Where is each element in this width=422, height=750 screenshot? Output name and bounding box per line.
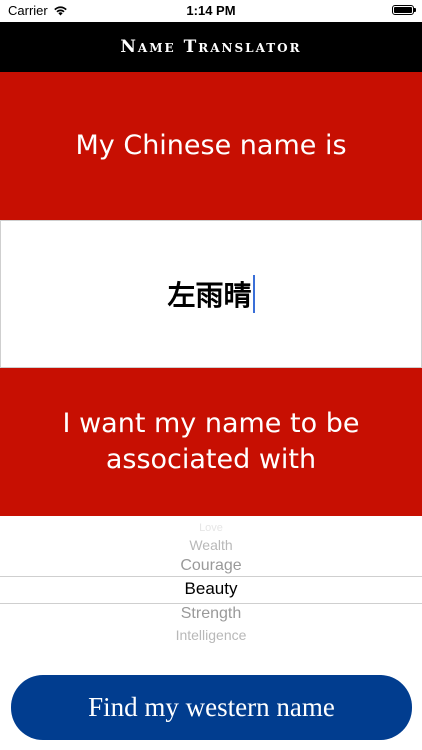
association-prompt-label: I want my name to be associated with <box>62 408 360 475</box>
app-screen: Carrier 1:14 PM Name Translator My Chine… <box>0 0 422 750</box>
find-western-name-button-label: Find my western name <box>88 692 335 722</box>
picker-item[interactable]: Wealth <box>0 537 422 553</box>
battery-icon <box>392 5 416 15</box>
picker-item-selected[interactable]: Beauty <box>0 579 422 599</box>
picker-item[interactable]: Courage <box>0 557 422 575</box>
text-cursor <box>252 275 255 313</box>
picker-selection-divider <box>0 603 422 604</box>
association-prompt: I want my name to be associated with <box>0 368 422 516</box>
picker-selection-divider <box>0 576 422 577</box>
find-western-name-button[interactable]: Find my western name <box>11 675 412 740</box>
association-picker[interactable]: Love Wealth Courage Beauty Strength Inte… <box>0 516 422 652</box>
status-time: 1:14 PM <box>186 3 236 18</box>
chinese-name-prompt: My Chinese name is <box>0 72 422 220</box>
chinese-name-prompt-label: My Chinese name is <box>75 130 347 162</box>
picker-item[interactable]: Strength <box>0 605 422 623</box>
navigation-bar: Name Translator <box>0 22 422 72</box>
chinese-name-input[interactable]: 左雨晴 <box>0 220 422 368</box>
status-bar: Carrier 1:14 PM <box>0 0 422 22</box>
picker-item[interactable]: Intelligence <box>0 627 422 643</box>
picker-item[interactable]: Love <box>0 522 422 534</box>
nav-title: Name Translator <box>120 37 302 57</box>
chinese-name-value: 左雨晴 <box>167 279 252 312</box>
